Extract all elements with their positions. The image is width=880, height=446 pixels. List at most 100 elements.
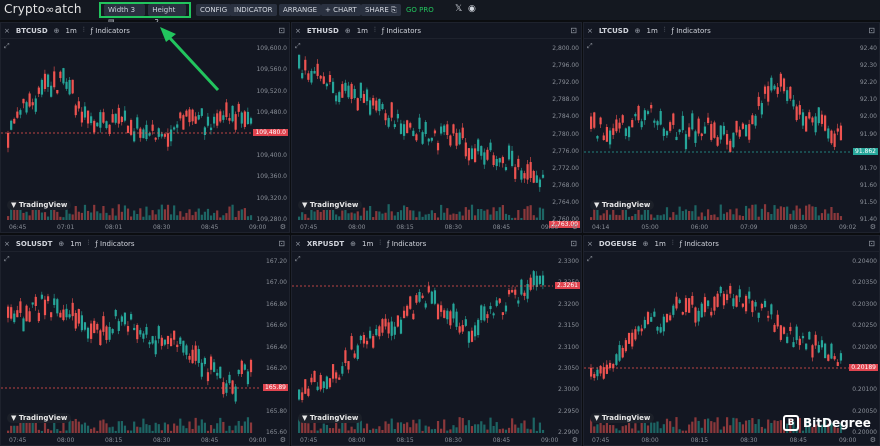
tradingview-logo[interactable]: ▼ TradingView bbox=[7, 413, 72, 423]
symbol-label[interactable]: BTCUSD bbox=[16, 27, 48, 35]
indicators-button[interactable]: ƒ Indicators bbox=[680, 240, 719, 248]
volume-bar bbox=[37, 208, 40, 220]
compare-add-icon[interactable]: ⊕ bbox=[635, 27, 641, 35]
tradingview-logo[interactable]: ▼ TradingView bbox=[590, 200, 655, 210]
discord-icon[interactable]: ◉ bbox=[468, 4, 476, 14]
volume-bar bbox=[486, 209, 489, 220]
add-chart-button[interactable]: + CHART bbox=[321, 4, 361, 16]
volume-bar bbox=[725, 417, 729, 433]
close-icon[interactable]: × bbox=[4, 27, 10, 35]
width-value[interactable]: 3 bbox=[131, 6, 135, 14]
candle-body bbox=[13, 118, 16, 124]
chart-settings-icon[interactable]: ⚙ bbox=[572, 223, 578, 231]
volume-bar bbox=[182, 425, 185, 433]
candlestick-chart[interactable] bbox=[292, 252, 553, 435]
screenshot-icon[interactable]: ⊡ bbox=[570, 26, 577, 35]
candle-type-icon[interactable]: ⫶ bbox=[672, 239, 674, 248]
symbol-label[interactable]: LTCUSD bbox=[599, 27, 629, 35]
candle-type-icon[interactable]: ⫶ bbox=[664, 26, 666, 35]
compare-add-icon[interactable]: ⊕ bbox=[54, 27, 60, 35]
tradingview-logo[interactable]: ▼ TradingView bbox=[7, 200, 72, 210]
candle-body bbox=[197, 115, 200, 120]
indicators-button[interactable]: ƒ Indicators bbox=[91, 27, 130, 35]
candlestick-chart[interactable] bbox=[292, 39, 553, 222]
candlestick-chart[interactable] bbox=[584, 39, 851, 222]
volume-bar bbox=[514, 217, 517, 220]
screenshot-icon[interactable]: ⊡ bbox=[570, 239, 577, 248]
chart-settings-icon[interactable]: ⚙ bbox=[280, 436, 286, 444]
width-control[interactable]: Width 3 ▤ bbox=[104, 4, 146, 26]
chart-panel-ltcusd[interactable]: × LTCUSD ⊕ 1m ⫶ ƒ Indicators ⊡ ⤢ 92.40 92… bbox=[583, 22, 880, 233]
symbol-label[interactable]: ETHUSD bbox=[307, 27, 339, 35]
candle-type-icon[interactable]: ⫶ bbox=[379, 239, 381, 248]
interval-selector[interactable]: 1m bbox=[655, 240, 666, 248]
interval-selector[interactable]: 1m bbox=[66, 27, 77, 35]
volume-bar bbox=[86, 210, 90, 220]
candle-body bbox=[504, 167, 508, 171]
candle-type-icon[interactable]: ⫶ bbox=[88, 239, 90, 248]
compare-add-icon[interactable]: ⊕ bbox=[643, 240, 649, 248]
candle-body bbox=[142, 129, 145, 139]
indicator-button[interactable]: INDICATOR bbox=[230, 4, 277, 16]
volume-bar bbox=[659, 428, 662, 433]
chart-settings-icon[interactable]: ⚙ bbox=[870, 436, 876, 444]
volume-bar bbox=[166, 424, 170, 433]
chart-panel-xrpusdt[interactable]: × XRPUSDT ⊕ 1m ⫶ ƒ Indicators ⊡ ⤢ 2.3300… bbox=[291, 235, 582, 446]
screenshot-icon[interactable]: ⊡ bbox=[278, 239, 285, 248]
close-icon[interactable]: × bbox=[587, 240, 593, 248]
interval-selector[interactable]: 1m bbox=[362, 240, 373, 248]
volume-bar bbox=[770, 422, 773, 433]
candle-type-icon[interactable]: ⫶ bbox=[374, 26, 376, 35]
height-control[interactable]: Height 2 bbox=[148, 4, 186, 26]
close-icon[interactable]: × bbox=[587, 27, 593, 35]
screenshot-icon[interactable]: ⊡ bbox=[868, 26, 875, 35]
close-icon[interactable]: × bbox=[295, 240, 301, 248]
chart-panel-solusdt[interactable]: × SOLUSDT ⊕ 1m ⫶ ƒ Indicators ⊡ ⤢ 167.20… bbox=[0, 235, 290, 446]
candle-body bbox=[203, 127, 206, 136]
symbol-label[interactable]: XRPUSDT bbox=[307, 240, 344, 248]
candle-body bbox=[770, 77, 773, 91]
indicators-button[interactable]: ƒ Indicators bbox=[382, 27, 421, 35]
candlestick-chart[interactable] bbox=[1, 39, 261, 222]
volume-bar bbox=[526, 206, 529, 220]
symbol-label[interactable]: DOGEUSE bbox=[599, 240, 637, 248]
symbol-label[interactable]: SOLUSDT bbox=[16, 240, 53, 248]
tradingview-logo[interactable]: ▼ TradingView bbox=[298, 200, 363, 210]
indicators-button[interactable]: ƒ Indicators bbox=[95, 240, 134, 248]
interval-selector[interactable]: 1m bbox=[357, 27, 368, 35]
go-pro-link[interactable]: GO PRO bbox=[406, 4, 434, 16]
chart-settings-icon[interactable]: ⚙ bbox=[870, 223, 876, 231]
candle-type-icon[interactable]: ⫶ bbox=[83, 26, 85, 35]
chart-panel-btcusd[interactable]: × BTCUSD ⊕ 1m ⫶ ƒ Indicators ⊡ ⤢ 109,600… bbox=[0, 22, 290, 233]
compare-add-icon[interactable]: ⊕ bbox=[58, 240, 64, 248]
volume-bar bbox=[381, 429, 384, 433]
volume-bar bbox=[412, 210, 415, 220]
indicators-button[interactable]: ƒ Indicators bbox=[672, 27, 711, 35]
compare-add-icon[interactable]: ⊕ bbox=[345, 27, 351, 35]
chart-settings-icon[interactable]: ⚙ bbox=[572, 436, 578, 444]
config-button[interactable]: CONFIG bbox=[196, 4, 232, 16]
candle-body bbox=[148, 342, 151, 345]
candle-body bbox=[40, 79, 44, 95]
volume-bar bbox=[477, 424, 480, 433]
close-icon[interactable]: × bbox=[4, 240, 10, 248]
interval-selector[interactable]: 1m bbox=[647, 27, 658, 35]
share-button[interactable]: SHARE ⎘ bbox=[361, 4, 401, 16]
close-icon[interactable]: × bbox=[295, 27, 301, 35]
chart-settings-icon[interactable]: ⚙ bbox=[280, 223, 286, 231]
screenshot-icon[interactable]: ⊡ bbox=[278, 26, 285, 35]
volume-bar bbox=[748, 208, 751, 220]
volume-bar bbox=[710, 214, 713, 220]
compare-add-icon[interactable]: ⊕ bbox=[350, 240, 356, 248]
tradingview-logo[interactable]: ▼ TradingView bbox=[298, 413, 363, 423]
tradingview-logo[interactable]: ▼ TradingView bbox=[590, 413, 655, 423]
interval-selector[interactable]: 1m bbox=[70, 240, 81, 248]
candlestick-chart[interactable] bbox=[584, 252, 851, 435]
indicators-button[interactable]: ƒ Indicators bbox=[387, 240, 426, 248]
arrange-button[interactable]: ARRANGE bbox=[279, 4, 322, 16]
x-icon[interactable]: 𝕏 bbox=[455, 4, 462, 14]
app-logo[interactable]: Crypto∞atch bbox=[4, 2, 82, 16]
candlestick-chart[interactable] bbox=[1, 252, 261, 435]
screenshot-icon[interactable]: ⊡ bbox=[868, 239, 875, 248]
chart-panel-ethusd[interactable]: × ETHUSD ⊕ 1m ⫶ ƒ Indicators ⊡ ⤢ 2,800.0… bbox=[291, 22, 582, 233]
